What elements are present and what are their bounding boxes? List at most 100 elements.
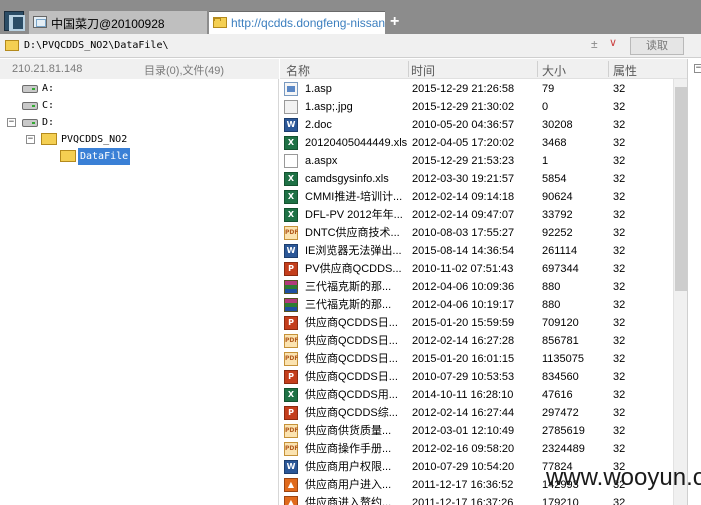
rar-icon bbox=[284, 298, 298, 312]
ppt-icon: P bbox=[284, 316, 298, 330]
file-row[interactable]: 1.asp;.jpg 2015-12-29 21:30:02 0 32 bbox=[280, 98, 672, 116]
ppt-icon: P bbox=[284, 370, 298, 384]
file-row[interactable]: W 2.doc 2010-05-20 04:36:57 30208 32 bbox=[280, 116, 672, 134]
tree-item-drive-a[interactable]: A: bbox=[0, 80, 279, 97]
file-row[interactable]: P 供应商QCDDS日... 2015-01-20 15:59:59 709120 32 bbox=[280, 314, 672, 332]
tree-item-label: C: bbox=[42, 100, 55, 111]
file-row[interactable]: PDF 供应商供货质量... 2012-03-01 12:10:49 2785619 3… bbox=[280, 422, 672, 440]
doc-icon: W bbox=[284, 244, 298, 258]
file-attr: 32 bbox=[613, 443, 626, 455]
file-list: 1.asp 2015-12-29 21:26:58 79 32 1.asp;.jpg 20… bbox=[280, 80, 672, 505]
folder-icon bbox=[213, 17, 227, 28]
column-divider[interactable] bbox=[408, 61, 409, 77]
path-input[interactable] bbox=[24, 38, 604, 54]
column-header-name[interactable]: 名称 bbox=[286, 62, 310, 79]
drive-icon bbox=[22, 85, 38, 93]
file-row[interactable]: X 20120405044449.xls 2012-04-05 17:20:02 34… bbox=[280, 134, 672, 152]
file-size: 3468 bbox=[542, 137, 567, 149]
file-row[interactable]: 三代福克斯的那... 2012-04-06 10:09:36 880 32 bbox=[280, 278, 672, 296]
file-name: 1.asp;.jpg bbox=[305, 101, 353, 113]
file-row[interactable]: X 供应商QCDDS用... 2014-10-11 16:28:10 47616 32 bbox=[280, 386, 672, 404]
file-time: 2015-08-14 14:36:54 bbox=[412, 245, 515, 257]
file-size: 0 bbox=[542, 101, 549, 113]
file-row[interactable]: P 供应商QCDDS综... 2012-02-14 16:27:44 297472 32 bbox=[280, 404, 672, 422]
file-attr: 32 bbox=[613, 245, 626, 257]
file-row[interactable]: a.aspx 2015-12-29 21:53:23 1 32 bbox=[280, 152, 672, 170]
file-attr: 32 bbox=[613, 119, 626, 131]
file-name: 供应商用户进入... bbox=[305, 479, 392, 491]
file-size: 47616 bbox=[542, 389, 573, 401]
app-menu-button[interactable] bbox=[4, 11, 25, 31]
file-row[interactable]: PDF 供应商QCDDS日... 2015-01-20 16:01:15 113507… bbox=[280, 350, 672, 368]
tab-caidao[interactable]: 中国菜刀@20100928 bbox=[29, 11, 207, 34]
file-size: 856781 bbox=[542, 335, 579, 347]
file-size: 697344 bbox=[542, 263, 579, 275]
file-row[interactable]: 三代福克斯的那... 2012-04-06 10:19:17 880 32 bbox=[280, 296, 672, 314]
side-panel: − bbox=[687, 59, 701, 505]
file-row[interactable]: 1.asp 2015-12-29 21:26:58 79 32 bbox=[280, 80, 672, 98]
file-name: PV供应商QCDDS... bbox=[305, 263, 402, 275]
tab-file-manager[interactable]: http://qcdds.dongfeng-nissan... bbox=[209, 11, 385, 34]
new-tab-button[interactable]: + bbox=[390, 13, 404, 31]
file-row[interactable]: PDF DNTC供应商技术... 2010-08-03 17:55:27 92252 3… bbox=[280, 224, 672, 242]
tree-item-label: A: bbox=[42, 83, 55, 94]
tree-item-label-selected: DataFile bbox=[78, 148, 131, 165]
column-divider[interactable] bbox=[537, 61, 538, 77]
xls-icon: X bbox=[284, 190, 298, 204]
file-name: 三代福克斯的那... bbox=[305, 281, 392, 293]
file-list-panel: 名称 时间 大小 属性 1.asp 2015-12-29 21:26:58 79 32… bbox=[280, 59, 687, 505]
file-attr: 32 bbox=[613, 299, 626, 311]
collapse-toggle[interactable]: − bbox=[7, 118, 16, 127]
file-list-header: 名称 时间 大小 属性 bbox=[280, 59, 687, 79]
xls-icon: X bbox=[284, 388, 298, 402]
file-list-scrollbar[interactable] bbox=[673, 79, 687, 505]
jpg-icon bbox=[284, 100, 298, 114]
plus-minus-icon[interactable]: ± bbox=[591, 37, 598, 51]
tree-item-drive-c[interactable]: C: bbox=[0, 97, 279, 114]
column-header-time[interactable]: 时间 bbox=[411, 62, 435, 79]
tree-item-drive-d[interactable]: − D: bbox=[0, 114, 279, 131]
collapse-toggle[interactable]: − bbox=[694, 64, 701, 73]
html-icon: ▲ bbox=[284, 478, 298, 492]
file-row[interactable]: PDF 供应商操作手册... 2012-02-16 09:58:20 2324489 3… bbox=[280, 440, 672, 458]
tab-label: http://qcdds.dongfeng-nissan... bbox=[231, 16, 385, 30]
file-row[interactable]: X DFL-PV 2012年年... 2012-02-14 09:47:07 3379… bbox=[280, 206, 672, 224]
file-time: 2010-05-20 04:36:57 bbox=[412, 119, 515, 131]
tree-item-datafile[interactable]: DataFile bbox=[0, 148, 279, 165]
server-ip: 210.21.81.148 bbox=[12, 63, 83, 75]
read-button[interactable]: 读取 bbox=[630, 37, 684, 55]
file-row[interactable]: W IE浏览器无法弹出... 2015-08-14 14:36:54 261114 32 bbox=[280, 242, 672, 260]
tree-item-label: PVQCDDS_NO2 bbox=[61, 134, 128, 145]
tree-item-pvqcdds[interactable]: − PVQCDDS_NO2 bbox=[0, 131, 279, 148]
collapse-toggle[interactable]: − bbox=[26, 135, 35, 144]
file-row[interactable]: ▲ 供应商进入赘约... 2011-12-17 16:37:26 179210 32 bbox=[280, 494, 672, 505]
file-row[interactable]: PDF 供应商QCDDS日... 2012-02-14 16:27:28 856781… bbox=[280, 332, 672, 350]
file-name: 1.asp bbox=[305, 83, 332, 95]
file-attr: 32 bbox=[613, 155, 626, 167]
doc-icon: W bbox=[284, 460, 298, 474]
scrollbar-thumb[interactable] bbox=[675, 87, 687, 291]
tab-bar: 中国菜刀@20100928 http://qcdds.dongfeng-niss… bbox=[0, 0, 701, 34]
file-name: 供应商QCDDS日... bbox=[305, 371, 398, 383]
file-name: 供应商用户权限... bbox=[305, 461, 392, 473]
file-row[interactable]: Xcamdsgysinfo.xls 2012-03-30 19:21:57 5854… bbox=[280, 170, 672, 188]
file-row[interactable]: P 供应商QCDDS日... 2010-07-29 10:53:53 834560 32 bbox=[280, 368, 672, 386]
file-time: 2015-01-20 16:01:15 bbox=[412, 353, 515, 365]
file-size: 880 bbox=[542, 299, 561, 311]
file-attr: 32 bbox=[613, 263, 626, 275]
file-name: 供应商供货质量... bbox=[305, 425, 392, 437]
file-attr: 32 bbox=[613, 227, 626, 239]
file-name: a.aspx bbox=[305, 155, 338, 167]
column-header-size[interactable]: 大小 bbox=[542, 62, 566, 79]
column-divider[interactable] bbox=[608, 61, 609, 77]
file-attr: 32 bbox=[613, 371, 626, 383]
file-size: 709120 bbox=[542, 317, 579, 329]
file-time: 2010-11-02 07:51:43 bbox=[412, 263, 514, 275]
file-time: 2012-02-14 09:47:07 bbox=[412, 209, 515, 221]
file-size: 33792 bbox=[542, 209, 573, 221]
chevron-down-icon[interactable]: ∨ bbox=[609, 36, 617, 49]
file-row[interactable]: X CMMI推进-培训计... 2012-02-14 09:14:18 90624 32 bbox=[280, 188, 672, 206]
pdf-icon: PDF bbox=[284, 226, 298, 240]
column-header-attr[interactable]: 属性 bbox=[613, 62, 637, 79]
file-row[interactable]: P PV供应商QCDDS... 2010-11-02 07:51:43 697344 3… bbox=[280, 260, 672, 278]
